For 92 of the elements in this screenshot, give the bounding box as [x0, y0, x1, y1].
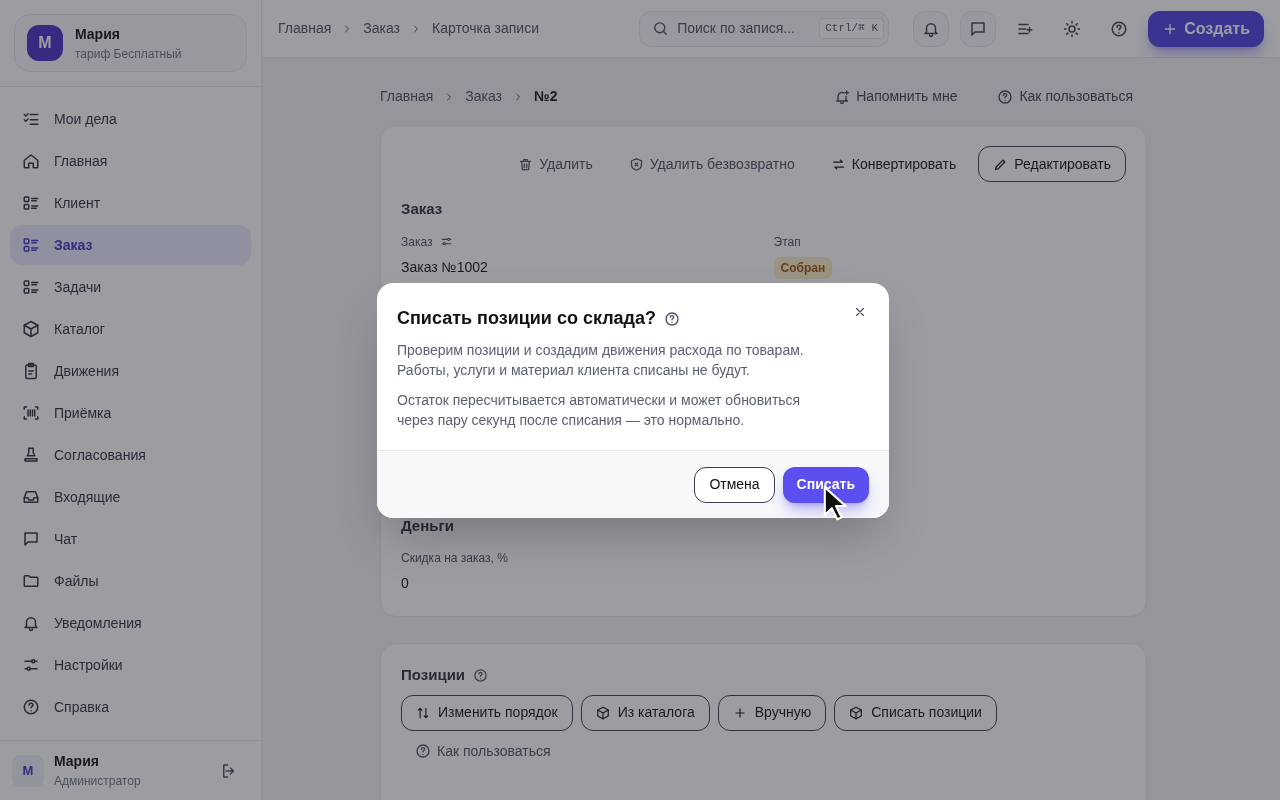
section-title: Заказ — [401, 199, 444, 219]
field-value: 0 — [401, 574, 410, 593]
manual-add-button[interactable]: Вручную — [717, 694, 827, 731]
box-icon — [595, 705, 610, 720]
sidebar-item[interactable]: Мои дела — [10, 99, 251, 139]
remind-button[interactable]: Напомнить мне — [834, 86, 958, 107]
sidebar-item[interactable]: Задачи — [10, 267, 251, 307]
close-icon — [853, 305, 867, 319]
bell-icon — [22, 614, 40, 632]
field-label: Заказ — [401, 233, 433, 251]
sidebar-item[interactable]: Настройки — [10, 645, 251, 685]
search-field[interactable]: Поиск по запися... Ctrl/⌘ K — [639, 10, 890, 47]
sliders-icon — [440, 235, 454, 248]
chat-icon — [969, 19, 988, 38]
field-label: Скидка на заказ, % — [401, 550, 509, 567]
help-icon — [664, 310, 681, 327]
search-icon — [652, 20, 670, 37]
sidebar-item[interactable]: Файлы — [10, 561, 251, 601]
dialog-text: Остаток пересчитывается автоматически и может обновиться через пару секунд после списания — это нормально. — [397, 391, 802, 430]
dialog-text: Проверим позиции и создадим движения расхода по товарам. Работы, услуги и материал клиента списаны не будут. — [397, 341, 805, 380]
bell-plus-icon — [834, 88, 851, 105]
sidebar-item[interactable]: Главная — [10, 141, 251, 181]
sidebar-item[interactable]: Клиент — [10, 183, 251, 223]
box-icon — [849, 705, 864, 720]
sidebar-item[interactable]: Чат — [10, 519, 251, 559]
settings-icon — [22, 656, 40, 674]
sidebar-item[interactable]: Входящие — [10, 477, 251, 517]
search-input[interactable]: Поиск по запися... — [677, 18, 812, 39]
clipboard-icon — [22, 362, 40, 380]
convert-button[interactable]: Конвертировать — [830, 153, 957, 175]
section-title: Позиции — [401, 665, 466, 685]
write-off-button[interactable]: Списать позиции — [834, 694, 997, 731]
list-icon — [22, 236, 40, 254]
home-icon — [22, 152, 40, 170]
field-value: Заказ №1002 — [401, 257, 489, 277]
messages-button[interactable] — [960, 10, 997, 47]
folder-icon — [22, 572, 40, 590]
scan-icon — [22, 404, 40, 422]
checklist-icon — [22, 110, 40, 128]
list-icon — [22, 278, 40, 296]
create-button[interactable]: Создать — [1148, 10, 1264, 47]
sidebar-item[interactable]: Справка — [10, 687, 251, 727]
confirm-button[interactable]: Списать — [782, 466, 869, 503]
dialog-title: Списать позиции со склада? — [397, 307, 657, 330]
sidebar-item[interactable]: Движения — [10, 351, 251, 391]
field-label: Этап — [773, 233, 801, 251]
sun-icon — [1063, 19, 1082, 38]
edit-button[interactable]: Редактировать — [978, 146, 1126, 182]
stamp-icon — [22, 446, 40, 464]
breadcrumb-link[interactable]: №2 — [534, 86, 558, 107]
sidebar-item[interactable]: Приёмка — [10, 393, 251, 433]
shield-x-icon — [628, 156, 644, 172]
catalog-button[interactable]: Из каталога — [580, 694, 710, 731]
notifications-button[interactable] — [913, 10, 950, 47]
sidebar-item[interactable]: Уведомления — [10, 603, 251, 643]
breadcrumb-link[interactable]: Главная — [278, 18, 332, 39]
help-icon — [997, 88, 1014, 105]
help-icon — [473, 667, 489, 683]
help-link[interactable]: Как пользоваться — [997, 86, 1133, 107]
breadcrumb-link[interactable]: Карточка записи — [432, 18, 539, 39]
box-icon — [22, 320, 40, 338]
trash-icon — [518, 156, 534, 172]
account-switcher[interactable]: М Мария тариф Бесплатный — [14, 14, 247, 72]
help-icon — [1110, 19, 1129, 38]
user-role: Администратор — [54, 773, 142, 790]
swap-icon — [830, 156, 846, 172]
section-title: Деньги — [401, 515, 455, 536]
chat-icon — [22, 530, 40, 548]
plus-icon — [732, 705, 747, 720]
breadcrumb-link[interactable]: Заказ — [363, 18, 401, 39]
account-avatar: М — [27, 25, 63, 61]
list-icon — [22, 194, 40, 212]
sort-arrows-icon — [416, 705, 430, 720]
breadcrumb-link[interactable]: Заказ — [465, 86, 503, 107]
account-name: Мария — [75, 24, 121, 44]
inbox-icon — [22, 488, 40, 506]
help-icon — [22, 698, 40, 716]
sidebar-item[interactable]: Заказ — [10, 225, 251, 265]
shortcut-hint: Ctrl/⌘ K — [819, 18, 885, 39]
reorder-button[interactable]: Изменить порядок — [401, 694, 573, 731]
user-name: Мария — [54, 752, 100, 771]
help-link[interactable]: Как пользоваться — [415, 740, 551, 762]
sidebar-item[interactable]: Каталог — [10, 309, 251, 349]
breadcrumb-link[interactable]: Главная — [380, 86, 434, 107]
delete-button[interactable]: Удалить — [518, 153, 593, 175]
account-plan: тариф Бесплатный — [75, 45, 182, 63]
cancel-button[interactable]: Отмена — [694, 466, 775, 503]
stage-badge: Собран — [773, 256, 833, 279]
delete-permanently-button[interactable]: Удалить безвозвратно — [628, 153, 795, 175]
sidebar-item[interactable]: Согласования — [10, 435, 251, 475]
help-icon — [415, 743, 431, 759]
user-avatar: М — [12, 754, 44, 787]
